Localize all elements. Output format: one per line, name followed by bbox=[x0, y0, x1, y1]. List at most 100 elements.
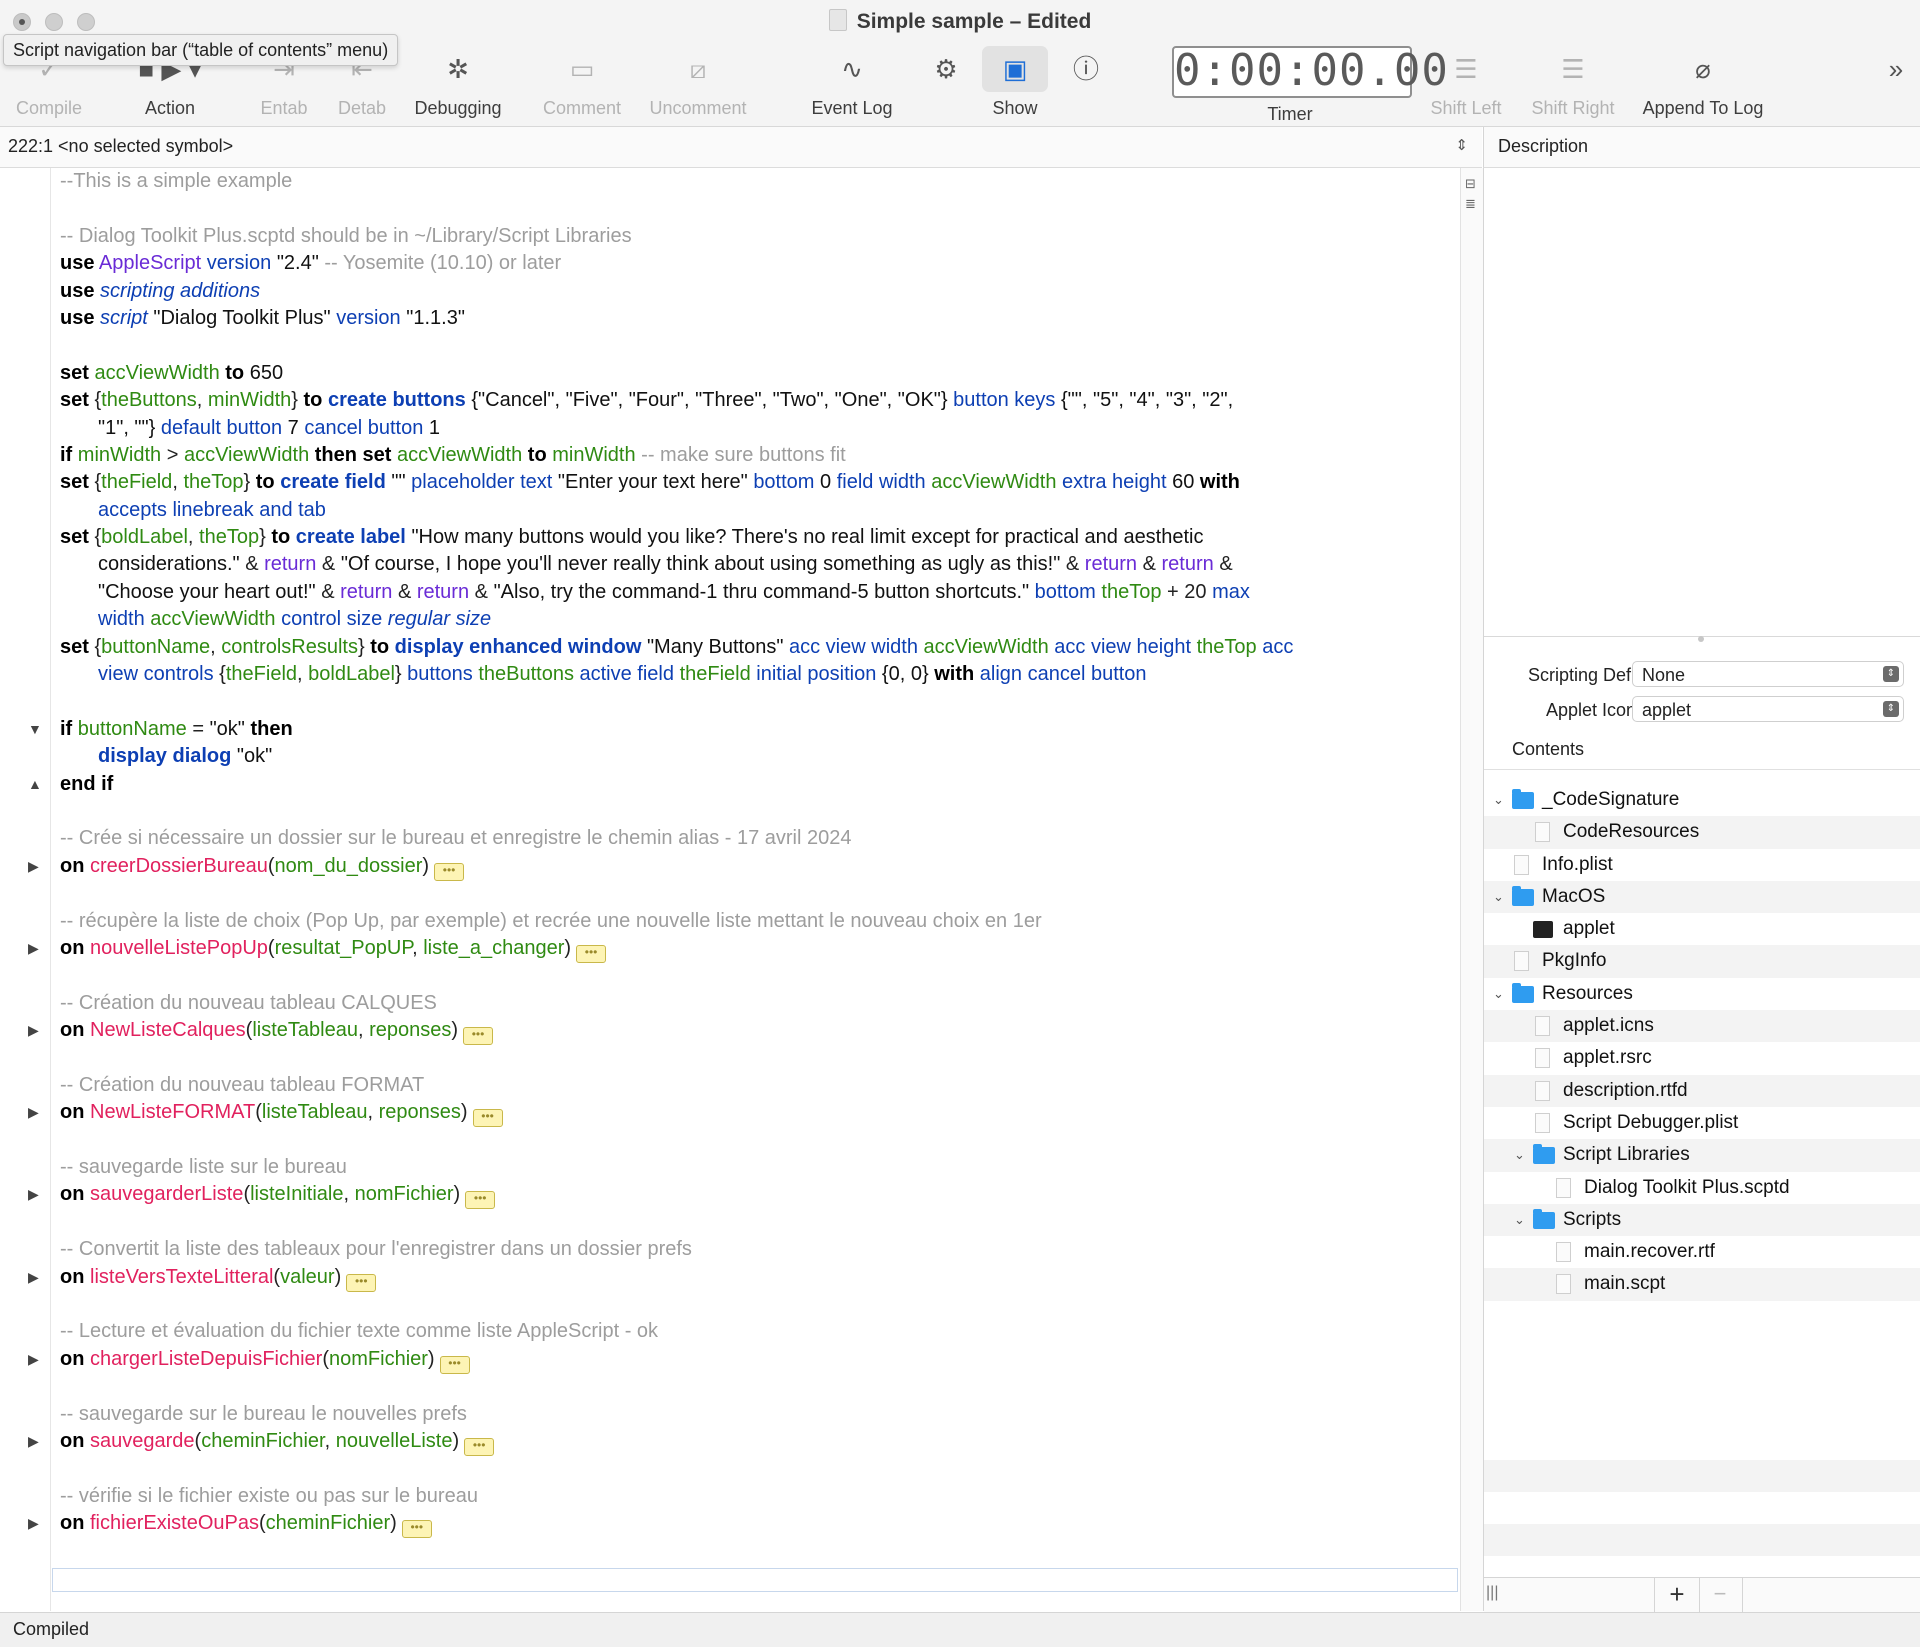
tree-item-applet[interactable]: applet bbox=[1484, 913, 1920, 945]
collapsed-code-badge[interactable]: ••• bbox=[401, 1520, 432, 1539]
collapsed-code-badge[interactable]: ••• bbox=[434, 862, 465, 881]
gears-icon: ⚙ bbox=[934, 54, 958, 84]
shift-right-button[interactable]: ☰ Shift Right bbox=[1524, 46, 1622, 119]
handler-line: ▶ on creerDossierBureau(nom_du_dossier) ••… bbox=[28, 853, 1450, 881]
code-line: set accViewWidth to 650 bbox=[60, 361, 284, 384]
code-line: -- sauvegarde liste sur le bureau bbox=[60, 1156, 347, 1179]
remove-item-button[interactable]: − bbox=[1698, 1578, 1743, 1612]
icns-file-icon bbox=[1535, 1016, 1550, 1037]
tree-item-main-recover-rtf[interactable]: main.recover.rtf bbox=[1484, 1236, 1920, 1268]
block-end-triangle-icon: ▲ bbox=[28, 775, 42, 792]
tree-item-scripts[interactable]: ⌄ Scripts bbox=[1484, 1203, 1920, 1237]
resources-panel: Scripting Def.: None ⇕ Applet Icon: apple… bbox=[1483, 168, 1920, 1612]
code-line: "1", ""} default button 7 cancel button … bbox=[98, 416, 441, 439]
contents-toolbar: ||| + − bbox=[1484, 1577, 1920, 1612]
expand-triangle-icon[interactable]: ▶ bbox=[28, 1017, 39, 1044]
chevron-down-icon: ⌄ bbox=[1493, 888, 1504, 904]
code-line: display dialog "ok" bbox=[98, 745, 273, 768]
show-button[interactable]: ▣ Show bbox=[982, 46, 1048, 119]
chevron-down-icon: ⌄ bbox=[1493, 792, 1504, 807]
paperclip-icon: ⌀ bbox=[1695, 54, 1711, 84]
document-icon bbox=[828, 9, 847, 31]
add-item-button[interactable]: + bbox=[1654, 1578, 1700, 1612]
expand-triangle-icon[interactable]: ▶ bbox=[28, 1428, 39, 1455]
scripting-def-select[interactable]: None ⇕ bbox=[1632, 661, 1904, 687]
column-resize-icon[interactable]: ||| bbox=[1486, 1584, 1498, 1602]
description-header: Description bbox=[1483, 127, 1920, 168]
info-button[interactable]: ⓘ bbox=[1068, 46, 1104, 92]
comment-button[interactable]: ▭ Comment bbox=[538, 46, 626, 119]
tree-item-script-libraries[interactable]: ⌄ Script Libraries bbox=[1484, 1139, 1920, 1172]
tree-item-macos[interactable]: ⌄ MacOS bbox=[1484, 880, 1920, 914]
collapse-triangle-icon[interactable]: ▼ bbox=[28, 716, 42, 743]
tree-item-resources[interactable]: ⌄ Resources bbox=[1484, 978, 1920, 1010]
editor-gutter bbox=[10, 168, 51, 1611]
expand-triangle-icon[interactable]: ▶ bbox=[28, 1510, 39, 1537]
script-file-icon bbox=[1556, 1274, 1571, 1295]
code-line: use AppleScript version "2.4" -- Yosemit… bbox=[60, 252, 562, 275]
debugging-button[interactable]: ✲ Debugging bbox=[408, 46, 508, 119]
code-line: ▼ if buttonName = "ok" then bbox=[28, 716, 1450, 743]
tree-item-applet-rsrc[interactable]: applet.rsrc bbox=[1484, 1042, 1920, 1074]
expand-triangle-icon[interactable]: ▶ bbox=[28, 853, 39, 880]
toolbar-overflow-button[interactable]: » bbox=[1880, 46, 1912, 92]
collapsed-code-badge[interactable]: ••• bbox=[472, 1109, 503, 1128]
expand-triangle-icon[interactable]: ▶ bbox=[28, 1181, 39, 1208]
tree-item-dialog-toolkit-plus[interactable]: Dialog Toolkit Plus.scptd bbox=[1484, 1172, 1920, 1204]
tree-item-info-plist[interactable]: Info.plist bbox=[1484, 849, 1920, 881]
handler-line: ▶ on sauvegarde(cheminFichier, nouvelleLi… bbox=[28, 1428, 1450, 1456]
shift-left-icon: ☰ bbox=[1454, 54, 1478, 84]
script-editor[interactable]: --This is a simple example -- Dialog Too… bbox=[0, 168, 1460, 1611]
tree-empty-rows bbox=[1484, 1428, 1920, 1588]
code-line: -- vérifie si le fichier existe ou pas s… bbox=[60, 1484, 478, 1507]
tree-item-applet-icns[interactable]: applet.icns bbox=[1484, 1010, 1920, 1043]
plist-file-icon bbox=[1535, 1112, 1550, 1133]
tree-item-description-rtfd[interactable]: description.rtfd bbox=[1484, 1074, 1920, 1107]
collapsed-code-badge[interactable]: ••• bbox=[464, 1437, 495, 1456]
waveform-icon: ∿ bbox=[841, 54, 863, 84]
tree-item-script-debugger-plist[interactable]: Script Debugger.plist bbox=[1484, 1107, 1920, 1139]
expand-triangle-icon[interactable]: ▶ bbox=[28, 1346, 39, 1373]
shift-left-button[interactable]: ☰ Shift Left bbox=[1422, 46, 1510, 119]
expand-triangle-icon[interactable]: ▶ bbox=[28, 1099, 39, 1126]
event-log-button[interactable]: ∿ Event Log bbox=[806, 46, 898, 119]
editor-scrollbar[interactable]: ⊟ ≣ bbox=[1460, 168, 1483, 1611]
folder-icon bbox=[1512, 982, 1534, 1003]
file-icon bbox=[1514, 951, 1529, 972]
tree-item-main-scpt[interactable]: main.scpt bbox=[1484, 1268, 1920, 1301]
description-text-area[interactable] bbox=[1484, 168, 1920, 642]
script-navigation-bar[interactable]: 222:1 <no selected symbol> ⇕ bbox=[0, 127, 1482, 168]
comment-bubble-icon: ▭ bbox=[569, 54, 595, 84]
collapsed-code-badge[interactable]: ••• bbox=[576, 944, 607, 963]
bundle-contents-tree[interactable]: ⌄ _CodeSignature CodeResources Info.plist… bbox=[1484, 784, 1920, 1301]
collapsed-code-badge[interactable]: ••• bbox=[465, 1191, 496, 1210]
handler-line: ▶ on sauvegarderListe(listeInitiale, nomF… bbox=[28, 1181, 1450, 1210]
applet-icon-select[interactable]: applet ⇕ bbox=[1632, 696, 1904, 722]
split-view-icon[interactable]: ⊟ bbox=[1465, 176, 1476, 192]
collapsed-code-badge[interactable]: ••• bbox=[463, 1027, 494, 1046]
code-line: if minWidth > accViewWidth then set accV… bbox=[60, 443, 846, 466]
settings-button[interactable]: ⚙ bbox=[928, 46, 964, 92]
updown-chevron-icon: ⇕ bbox=[1455, 137, 1468, 154]
chevron-down-icon: ⌄ bbox=[1514, 1147, 1525, 1163]
tree-item-pkginfo[interactable]: PkgInfo bbox=[1484, 945, 1920, 978]
expand-triangle-icon[interactable]: ▶ bbox=[28, 935, 39, 962]
collapsed-code-badge[interactable]: ••• bbox=[346, 1273, 377, 1292]
append-to-log-button[interactable]: ⌀ Append To Log bbox=[1636, 46, 1770, 119]
code-area[interactable]: --This is a simple example -- Dialog Too… bbox=[28, 168, 1450, 1539]
splitter-handle[interactable] bbox=[1698, 636, 1704, 642]
tree-item-coderesources[interactable]: CodeResources bbox=[1484, 816, 1920, 849]
code-line: view controls {theField, boldLabel} butt… bbox=[98, 663, 1147, 686]
tree-item-codesignature[interactable]: ⌄ _CodeSignature bbox=[1484, 784, 1920, 816]
code-line: -- sauvegarde sur le bureau le nouvelles… bbox=[60, 1402, 467, 1425]
expand-triangle-icon[interactable]: ▶ bbox=[28, 1264, 39, 1291]
collapsed-code-badge[interactable]: ••• bbox=[439, 1355, 470, 1374]
file-icon bbox=[1535, 822, 1550, 843]
rtfd-file-icon bbox=[1535, 1080, 1550, 1101]
uncomment-button[interactable]: ⧄ Uncomment bbox=[644, 46, 752, 119]
lines-icon[interactable]: ≣ bbox=[1465, 196, 1476, 212]
